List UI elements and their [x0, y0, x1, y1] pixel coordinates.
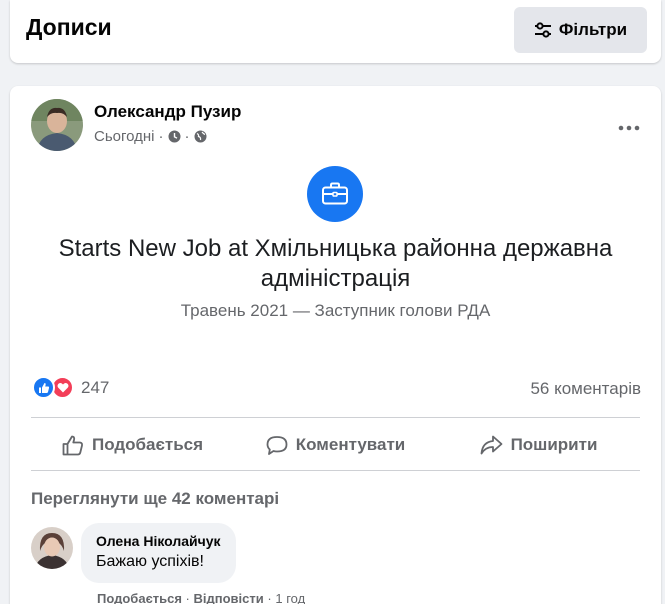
divider	[31, 417, 640, 418]
separator-dot: ·	[185, 591, 190, 604]
reaction-count: 247	[81, 377, 110, 397]
share-button[interactable]: Поширити	[437, 421, 640, 469]
view-more-comments-link[interactable]: Переглянути ще 42 коментарі	[31, 489, 279, 509]
like-label: Подобається	[91, 435, 204, 454]
comments-count[interactable]: 56 коментарів	[530, 379, 641, 399]
more-dots-icon	[618, 125, 640, 131]
comment-like-link[interactable]: Подобається	[97, 591, 182, 604]
post-author-name[interactable]: Олександр Пузир	[94, 102, 241, 122]
globe-icon	[194, 130, 207, 143]
thumbs-up-icon	[62, 435, 83, 455]
clock-icon	[168, 130, 181, 143]
comment-time[interactable]: 1 год	[275, 591, 305, 604]
comment-bubble: Олена Ніколайчук Бажаю успіхів!	[81, 523, 236, 583]
reactions-summary[interactable]: 247	[32, 376, 109, 399]
comment-author[interactable]: Олена Ніколайчук	[96, 533, 221, 549]
share-icon	[480, 435, 502, 455]
comment-reply-link[interactable]: Відповісти	[194, 591, 264, 604]
separator-dot: ·	[267, 591, 272, 604]
post-actions: Подобається Коментувати Поширити	[31, 421, 640, 469]
life-event-badge	[307, 166, 363, 222]
like-reaction-icon	[32, 376, 55, 399]
event-subtitle: Травень 2021 — Заступник голови РДА	[180, 301, 491, 320]
post-more-button[interactable]	[611, 110, 647, 146]
post-time[interactable]: Сьогодні	[94, 128, 155, 145]
separator-dot: ·	[184, 128, 190, 145]
comment-label: Коментувати	[295, 435, 406, 454]
posts-header-card: Дописи Фільтри	[10, 0, 661, 63]
separator-dot: ·	[158, 128, 164, 145]
divider	[31, 470, 640, 471]
filters-label: Фільтри	[558, 20, 628, 39]
comment-button[interactable]: Коментувати	[234, 421, 437, 469]
post-meta: Сьогодні · ·	[94, 128, 207, 145]
post-card: Олександр Пузир Сьогодні · · Starts New …	[10, 86, 661, 604]
sliders-icon	[534, 22, 551, 38]
page-title: Дописи	[26, 14, 112, 40]
comment-text: Бажаю успіхів!	[96, 553, 204, 570]
comment-icon	[266, 435, 288, 455]
author-avatar[interactable]	[31, 99, 83, 151]
filters-button[interactable]: Фільтри	[514, 7, 647, 53]
like-button[interactable]: Подобається	[31, 421, 234, 469]
comment-actions: Подобається · Відповісти · 1 год	[97, 591, 305, 604]
commenter-avatar[interactable]	[31, 527, 73, 569]
briefcase-icon	[322, 182, 348, 205]
share-label: Поширити	[510, 435, 598, 454]
event-title: Starts New Job at Хмільницька районна де…	[58, 235, 613, 292]
